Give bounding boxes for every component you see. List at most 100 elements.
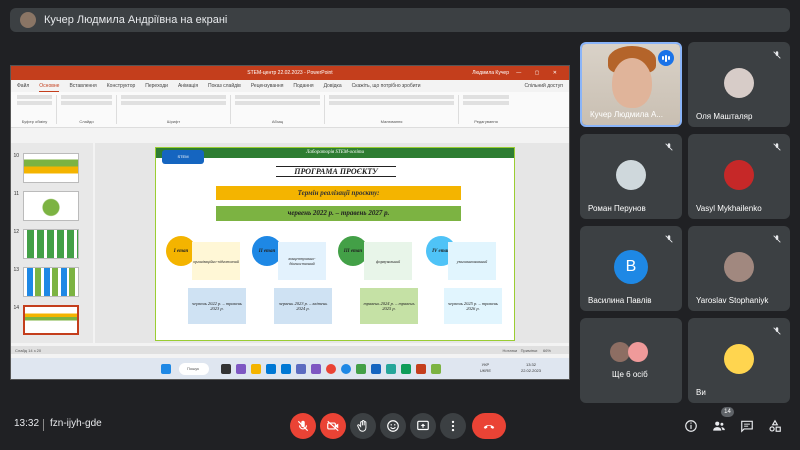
shared-screen[interactable]: STEM-центр 22.02.2023 - PowerPoint Людми…: [10, 65, 570, 380]
presenter-avatar: [20, 12, 36, 28]
meeting-clock: 13:32: [14, 418, 40, 429]
taskbar-lang-2: UKRE: [479, 368, 491, 373]
stage-4-dates: червень 2025 р. – травень 2026 р.: [444, 288, 502, 324]
mic-off-icon: [297, 420, 309, 432]
ribbon-tab-transitions: Переходи: [145, 83, 168, 89]
participant-avatar: [610, 342, 630, 362]
stage-2-dates: червень 2023 р. – квітень 2024 р.: [274, 288, 332, 324]
ribbon-group-label: Слайди: [79, 119, 94, 124]
divider: [43, 419, 44, 431]
activities-icon: [769, 419, 781, 432]
slide-thumbnail: 13: [11, 267, 79, 297]
participant-avatar: [724, 160, 754, 190]
mic-off-icon: [770, 140, 784, 154]
powerpoint-ribbon: Буфер обміну Слайди Шрифт Абзац Малюванн…: [11, 92, 569, 128]
participant-tile-presenter[interactable]: Кучер Людмила А...: [580, 42, 682, 127]
people-icon: [713, 421, 725, 431]
taskbar-folder-icon: [251, 364, 261, 374]
taskbar-app-icon: [356, 364, 366, 374]
slide-thumbnail-selected: 14: [11, 305, 79, 335]
stage-2-desc: концептуально-діагностичний: [278, 242, 326, 280]
participant-tile[interactable]: B Василина Павлів: [580, 226, 682, 311]
taskbar-mail-icon: [281, 364, 291, 374]
mic-off-icon: [770, 232, 784, 246]
participant-avatar: [724, 252, 754, 282]
meeting-info-button[interactable]: [684, 419, 698, 433]
hand-icon: [357, 419, 367, 432]
meet-window: Кучер Людмила Андріївна на екрані STEM-ц…: [0, 0, 800, 450]
slide-preview: [23, 267, 79, 297]
participant-name: Роман Перунов: [588, 204, 646, 213]
present-screen-button[interactable]: [410, 413, 436, 439]
participant-tile[interactable]: Оля Машталяр: [688, 42, 790, 127]
activities-button[interactable]: [768, 419, 782, 433]
camera-off-icon: [327, 420, 339, 432]
stage-3-desc: формувальний: [364, 242, 412, 280]
slide-preview: [23, 191, 79, 221]
taskbar-language: УКР UKRE: [480, 362, 491, 374]
mic-off-icon: [662, 232, 676, 246]
meeting-code: fzn-ijyh-gde: [50, 418, 102, 429]
people-button[interactable]: [712, 419, 726, 433]
taskbar-app-icon: [221, 364, 231, 374]
participant-name: Vasyl Mykhailenko: [696, 204, 762, 213]
emoji-icon: [387, 420, 399, 432]
slide-term-label: Термін реалізації проєкту:: [216, 186, 461, 200]
participant-tile[interactable]: Yaroslav Stophaniyk: [688, 226, 790, 311]
slide-number: 13: [13, 267, 19, 273]
ribbon-group-slides: Слайди: [61, 95, 117, 124]
taskbar-app-icon: [401, 364, 411, 374]
powerpoint-user: Людмила Кучер: [472, 70, 509, 76]
raise-hand-button[interactable]: [350, 413, 376, 439]
ribbon-group-font: Шрифт: [121, 95, 231, 124]
ribbon-group-clipboard: Буфер обміну: [17, 95, 57, 124]
ribbon-tab-file: Файл: [17, 83, 30, 89]
ribbon-share: Спільний доступ: [524, 83, 563, 89]
slide-number: 11: [13, 191, 19, 197]
participant-name: Василина Павлів: [588, 296, 652, 305]
stage-3-dates: травень 2024 р. – травень 2025 р.: [360, 288, 418, 324]
powerpoint-titlebar: STEM-центр 22.02.2023 - PowerPoint Людми…: [11, 66, 569, 80]
ribbon-group-label: Абзац: [271, 119, 284, 124]
participant-name: Yaroslav Stophaniyk: [696, 296, 769, 305]
hang-up-icon: [483, 424, 495, 429]
window-controls-icon: — ▢ ✕: [516, 70, 563, 76]
mic-toggle-button[interactable]: [290, 413, 316, 439]
ribbon-group-label: Шрифт: [166, 119, 181, 124]
taskbar-app-icon: [236, 364, 246, 374]
slide-thumbnails: 10 11 12 13 14: [11, 143, 93, 343]
leave-call-button[interactable]: [472, 413, 506, 439]
powerpoint-ribbon-tabs: Файл Основне Вставлення Конструктор Пере…: [11, 80, 569, 92]
reactions-button[interactable]: [380, 413, 406, 439]
participant-avatar: [724, 344, 754, 374]
taskbar-search: Пошук: [179, 363, 209, 375]
lab-logo: STEM: [162, 150, 204, 164]
mic-off-icon: [662, 140, 676, 154]
windows-taskbar: Пошук УКР UKRE 13:32 22.02.2023: [11, 358, 569, 379]
stage-4-desc: узагальнювальний: [448, 242, 496, 280]
slide-preview: [23, 229, 79, 259]
more-options-button[interactable]: [440, 413, 466, 439]
participant-tile[interactable]: Vasyl Mykhailenko: [688, 134, 790, 219]
status-slide-count: Слайд 14 з 20: [15, 347, 42, 353]
slide-number: 10: [13, 153, 19, 159]
participant-avatar: [628, 342, 648, 362]
participant-tile-self[interactable]: Ви: [688, 318, 790, 403]
slide-title: ПРОГРАМА ПРОЄКТУ: [276, 166, 396, 177]
more-vert-icon: [451, 420, 455, 432]
slide-preview: [23, 305, 79, 335]
mic-off-icon: [770, 324, 784, 338]
chat-button[interactable]: [740, 419, 754, 433]
presenting-banner-text: Кучер Людмила Андріївна на екрані: [44, 14, 228, 26]
windows-start-icon: [161, 364, 171, 374]
slide-thumbnail: 10: [11, 153, 79, 183]
camera-toggle-button[interactable]: [320, 413, 346, 439]
ribbon-group-label: Буфер обміну: [21, 119, 48, 124]
ribbon-tab-animations: Анімація: [177, 83, 199, 89]
people-count-badge: 14: [721, 407, 734, 417]
participant-tile[interactable]: Роман Перунов: [580, 134, 682, 219]
participant-tile-overflow[interactable]: Ще 6 осіб: [580, 318, 682, 403]
ribbon-group-editing: Редагування: [463, 95, 513, 124]
taskbar-chrome-icon: [326, 364, 336, 374]
ribbon-tab-insert: Вставлення: [69, 83, 97, 89]
